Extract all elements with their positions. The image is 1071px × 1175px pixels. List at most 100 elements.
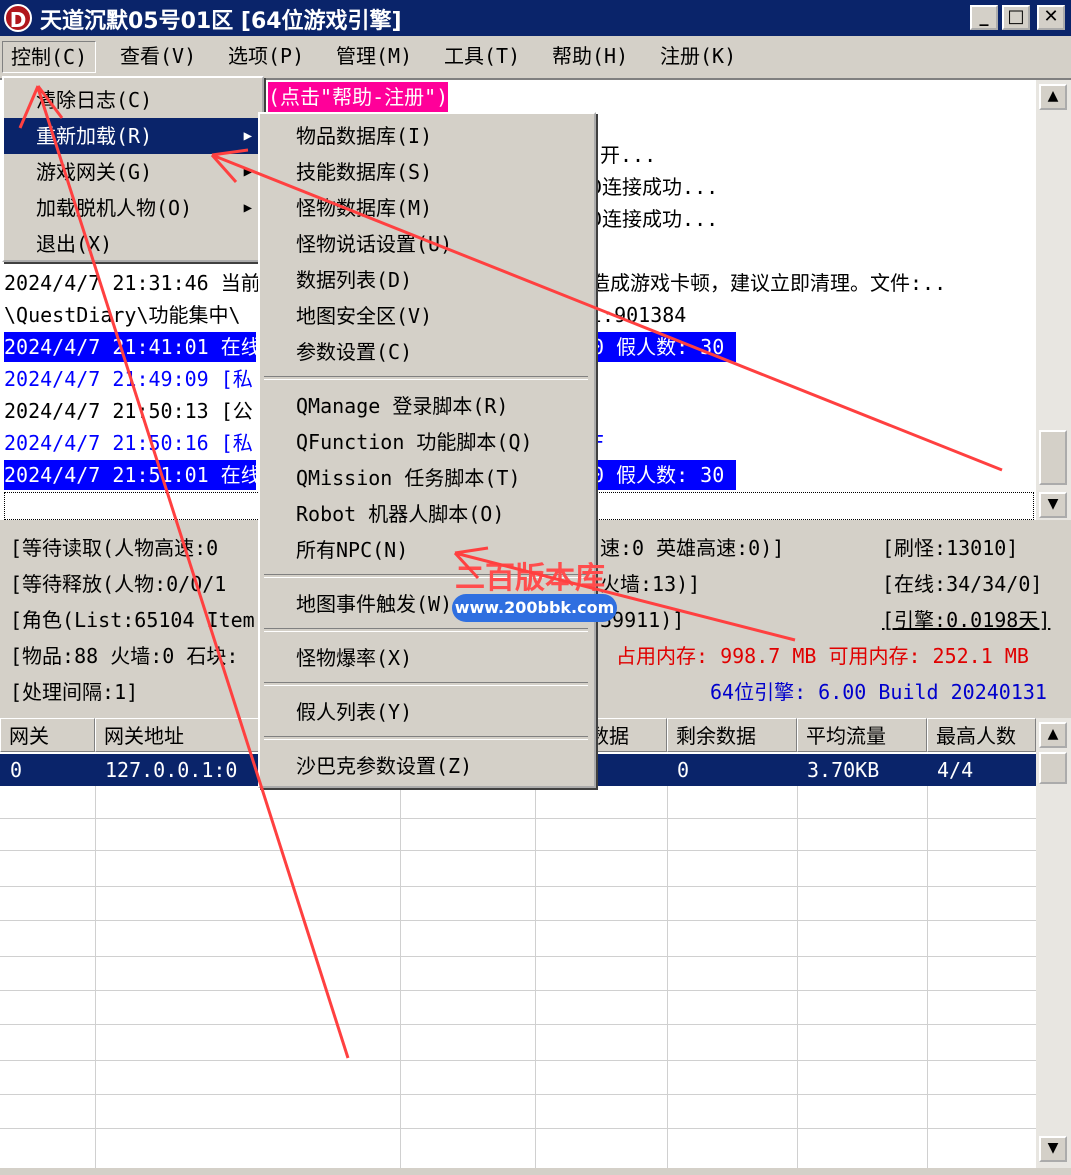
menu-separator bbox=[264, 682, 588, 686]
reload-submenu: 物品数据库(I) 技能数据库(S) 怪物数据库(M) 怪物说话设置(U) 数据列… bbox=[258, 112, 596, 788]
menu-item-robot[interactable]: Robot 机器人脚本(O) bbox=[260, 496, 594, 532]
log-line-tail: 0 假人数: 30 bbox=[592, 460, 736, 490]
log-line-tail: 0 假人数: 30 bbox=[592, 332, 736, 362]
menu-item-clear-log[interactable]: 清除日志(C) bbox=[4, 82, 262, 118]
stat-read-queue-tail: 速:0 英雄高速:0)] bbox=[600, 536, 785, 560]
menu-item-drop-rate[interactable]: 怪物爆率(X) bbox=[260, 640, 594, 676]
grid-line bbox=[0, 920, 1036, 921]
menu-register[interactable]: 注册(K) bbox=[652, 41, 744, 71]
menu-item-safe-zone[interactable]: 地图安全区(V) bbox=[260, 298, 594, 334]
cell-avg-traffic: 3.70KB bbox=[807, 758, 880, 782]
menu-control[interactable]: 控制(C) bbox=[2, 41, 97, 73]
log-line: 2024/4/7 21:49:09 [私 bbox=[4, 367, 253, 391]
log-line-tail: l:901384 bbox=[590, 303, 687, 327]
log-line-selected: 2024/4/7 21:51:01 在线 bbox=[4, 460, 261, 490]
menu-item-monster-db[interactable]: 怪物数据库(M) bbox=[260, 190, 594, 226]
menu-item-item-db[interactable]: 物品数据库(I) bbox=[260, 118, 594, 154]
menu-item-params[interactable]: 参数设置(C) bbox=[260, 334, 594, 370]
menu-help[interactable]: 帮助(H) bbox=[544, 41, 636, 71]
cell-remaining: 0 bbox=[677, 758, 690, 782]
menu-separator bbox=[264, 736, 588, 740]
menu-item-reload-label: 重新加载(R) bbox=[36, 124, 153, 148]
log-fragment: D连接成功... bbox=[590, 175, 719, 199]
stat-read-queue: [等待读取(人物高速:0 bbox=[10, 536, 219, 560]
title-bar[interactable]: D 天道沉默05号01区 [64位游戏引擎] _ □ ✕ bbox=[0, 0, 1071, 36]
col-remaining[interactable]: 剩余数据 bbox=[667, 718, 797, 752]
scroll-down-icon[interactable]: ▼ bbox=[1039, 1136, 1067, 1162]
table-scrollbar[interactable]: ▲ ▼ bbox=[1036, 718, 1071, 1168]
stat-release-queue: [等待释放(人物:0/0/1 bbox=[10, 572, 227, 596]
scroll-thumb[interactable] bbox=[1039, 430, 1067, 485]
app-icon: D bbox=[4, 4, 32, 32]
grid-line bbox=[667, 786, 668, 1168]
menu-bar: 控制(C) 查看(V) 选项(P) 管理(M) 工具(T) 帮助(H) 注册(K… bbox=[0, 37, 1071, 75]
scroll-down-icon[interactable]: ▼ bbox=[1039, 492, 1067, 518]
log-line-selected: 2024/4/7 21:41:01 在线 bbox=[4, 332, 261, 362]
engine-version: 64位引擎: 6.00 Build 20240131 bbox=[710, 680, 1047, 704]
grid-line bbox=[0, 886, 1036, 887]
grid-line bbox=[95, 786, 96, 1168]
minimize-button[interactable]: _ bbox=[970, 5, 998, 30]
menu-item-sabac[interactable]: 沙巴克参数设置(Z) bbox=[260, 748, 594, 784]
scroll-up-icon[interactable]: ▲ bbox=[1039, 722, 1067, 748]
grid-line bbox=[0, 990, 1036, 991]
stat-items: [物品:88 火墙:0 石块: bbox=[10, 644, 239, 668]
grid-line bbox=[535, 786, 536, 1168]
cell-gateway: 0 bbox=[10, 758, 23, 782]
grid-line bbox=[927, 786, 928, 1168]
stat-role-list: [角色(List:65104 Item bbox=[10, 608, 255, 632]
menu-item-monster-speech[interactable]: 怪物说话设置(U) bbox=[260, 226, 594, 262]
log-fragment: D连接成功... bbox=[590, 207, 719, 231]
log-scrollbar[interactable]: ▲ ▼ bbox=[1036, 80, 1071, 520]
stat-online: [在线:34/34/0] bbox=[882, 572, 1043, 596]
menu-item-gateway-label: 游戏网关(G) bbox=[36, 160, 153, 184]
stat-memory: 占用内存: 998.7 MB 可用内存: 252.1 MB bbox=[616, 644, 1029, 668]
menu-item-offline-label: 加载脱机人物(O) bbox=[36, 196, 193, 220]
watermark-url: www.200bbk.com bbox=[452, 594, 617, 622]
grid-line bbox=[0, 956, 1036, 957]
log-fragment: 开... bbox=[600, 143, 657, 167]
menu-item-reload[interactable]: 重新加载(R) ▶ bbox=[4, 118, 262, 154]
scroll-thumb[interactable] bbox=[1039, 752, 1067, 784]
stat-engine-uptime: [引擎:0.0198天] bbox=[882, 608, 1051, 632]
menu-view[interactable]: 查看(V) bbox=[112, 41, 204, 71]
col-max-players[interactable]: 最高人数 bbox=[927, 718, 1036, 752]
menu-item-exit[interactable]: 退出(X) bbox=[4, 226, 262, 262]
close-button[interactable]: ✕ bbox=[1037, 5, 1065, 30]
menu-item-data-list[interactable]: 数据列表(D) bbox=[260, 262, 594, 298]
menu-tools[interactable]: 工具(T) bbox=[436, 41, 528, 71]
menu-item-qmanage[interactable]: QManage 登录脚本(R) bbox=[260, 388, 594, 424]
log-line: 2024/4/7 21:50:13 [公 bbox=[4, 399, 253, 423]
stat-release-tail: 火墙:13)] bbox=[600, 572, 701, 596]
log-line: \QuestDiary\功能集中\ bbox=[4, 303, 241, 327]
log-line: 2024/4/7 21:31:46 当前 bbox=[4, 271, 261, 295]
col-avg-traffic[interactable]: 平均流量 bbox=[797, 718, 927, 752]
maximize-button[interactable]: □ bbox=[1002, 5, 1030, 30]
grid-line bbox=[0, 1094, 1036, 1095]
grid-line bbox=[0, 1128, 1036, 1129]
grid-line bbox=[0, 1060, 1036, 1061]
menu-options[interactable]: 选项(P) bbox=[220, 41, 312, 71]
menu-item-qfunction[interactable]: QFunction 功能脚本(Q) bbox=[260, 424, 594, 460]
register-hint[interactable]: (点击"帮助-注册") bbox=[268, 82, 449, 112]
menu-item-load-offline[interactable]: 加载脱机人物(O) ▶ bbox=[4, 190, 262, 226]
menu-manage[interactable]: 管理(M) bbox=[328, 41, 420, 71]
menu-item-qmission[interactable]: QMission 任务脚本(T) bbox=[260, 460, 594, 496]
scroll-up-icon[interactable]: ▲ bbox=[1039, 84, 1067, 110]
grid-line bbox=[0, 1024, 1036, 1025]
col-gateway[interactable]: 网关 bbox=[0, 718, 95, 752]
log-line-tail: 造成游戏卡顿，建议立即清理。文件:.. bbox=[590, 271, 947, 295]
grid-line bbox=[400, 786, 401, 1168]
watermark-text: 二百版本库 bbox=[455, 561, 605, 596]
menu-separator bbox=[264, 376, 588, 380]
submenu-arrow-icon: ▶ bbox=[243, 164, 252, 180]
cell-max-players: 4/4 bbox=[937, 758, 974, 782]
stat-spawn: [刷怪:13010] bbox=[882, 536, 1019, 560]
menu-item-skill-db[interactable]: 技能数据库(S) bbox=[260, 154, 594, 190]
control-menu: 清除日志(C) 重新加载(R) ▶ 游戏网关(G) ▶ 加载脱机人物(O) ▶ … bbox=[2, 76, 264, 262]
grid-line bbox=[797, 786, 798, 1168]
menu-item-game-gateway[interactable]: 游戏网关(G) ▶ bbox=[4, 154, 262, 190]
grid-line bbox=[0, 850, 1036, 851]
menu-item-fake-players[interactable]: 假人列表(Y) bbox=[260, 694, 594, 730]
grid-line bbox=[0, 818, 1036, 819]
